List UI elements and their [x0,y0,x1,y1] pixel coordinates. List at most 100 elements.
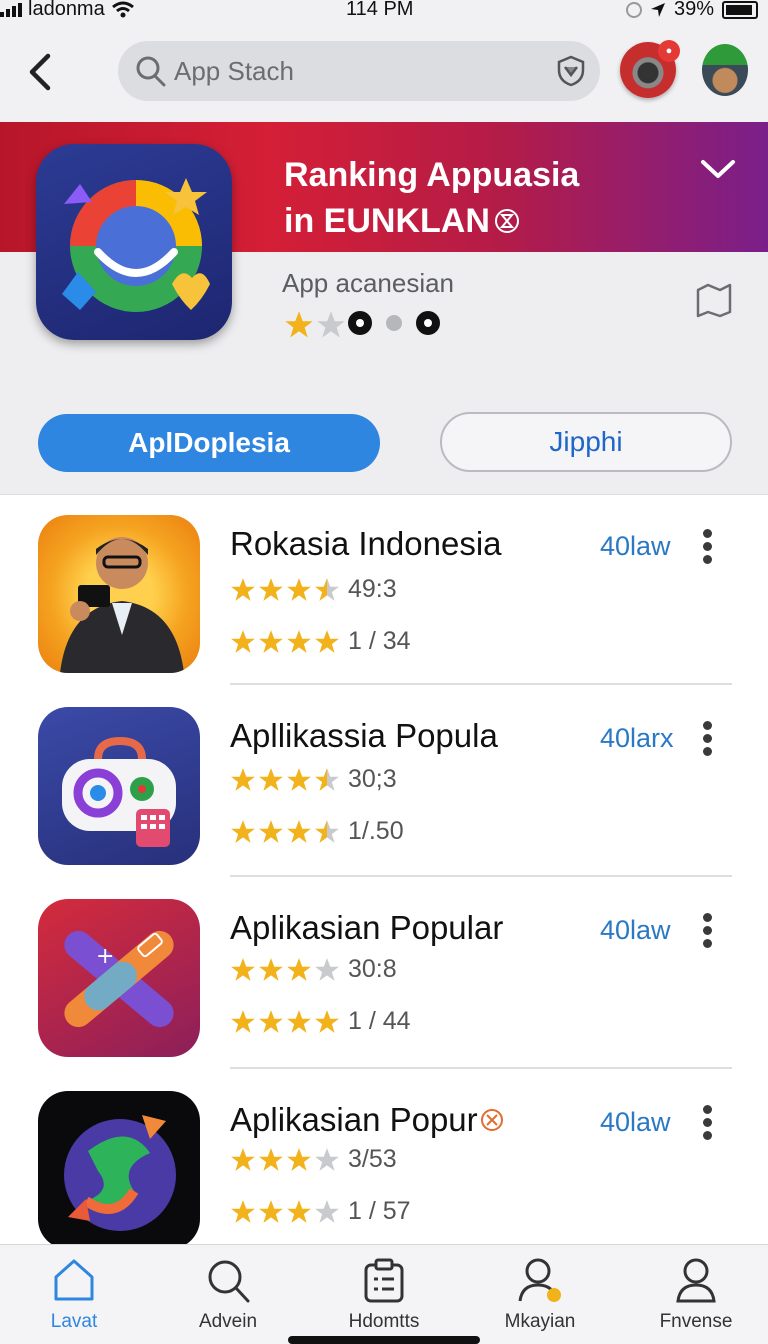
app-list: Rokasia Indonesia 40law 49:3 1 / 34 Apll… [0,494,768,1249]
app-name[interactable]: Aplikasian Popur [230,1101,504,1139]
star-icon [258,629,284,655]
stars-container [230,767,340,793]
featured-app-icon[interactable] [36,144,232,340]
divider [230,875,732,877]
app-size: 40law [600,1107,671,1137]
rating-count: 1 / 44 [348,1007,411,1035]
search-bar[interactable] [118,41,600,101]
ring-dot-icon [348,311,372,335]
swirl-globe-icon[interactable] [38,1091,200,1249]
star-icon [258,577,284,603]
status-bar: ladonma 114 PM 39% [0,0,768,22]
nav-item-fnvense[interactable]: Fnvense [626,1253,766,1339]
person-with-phone-icon[interactable] [38,515,200,673]
stars-container [230,629,340,655]
home-indicator [288,1336,480,1344]
nav-label: Lavat [50,1311,98,1332]
notification-badge-icon: ● [658,40,680,62]
more-options-icon[interactable] [696,1105,718,1145]
star-empty-icon [316,310,345,338]
star-icon [314,1009,340,1035]
list-item[interactable]: Rokasia Indonesia 40law 49:3 1 / 34 [0,495,768,685]
crossed-tools-icon[interactable]: + [38,899,200,1057]
star-empty-icon [314,1147,340,1173]
list-item[interactable]: Aplikasian Popur 40law 3/53 1 / 57 [0,1071,768,1261]
rating-row-secondary: 1 / 34 [230,627,411,656]
stars-container [230,577,340,603]
more-options-icon[interactable] [696,721,718,761]
battery-percent: 39% [673,0,714,20]
rating-value: 30;3 [348,765,397,793]
status-time: 114 PM [346,0,414,20]
star-icon [286,1147,312,1173]
search-input[interactable] [174,51,534,91]
status-right: 39% [625,0,758,21]
rating-row-secondary: 1 / 57 [230,1197,411,1226]
rating-count: 1/.50 [348,817,404,845]
star-icon [286,1009,312,1035]
star-icon [286,957,312,983]
star-icon [230,819,256,845]
wifi-icon [111,1,134,17]
app-name[interactable]: Rokasia Indonesia [230,525,502,563]
rating-count: 1 / 57 [348,1197,411,1225]
tab-primary[interactable]: AplDoplesia [38,414,380,472]
rating-value: 49:3 [348,575,397,603]
battery-icon [722,0,758,19]
rating-value: 30:8 [348,955,397,983]
record-button[interactable]: ● [620,40,680,98]
location-arrow-icon [650,2,665,17]
app-size: 40law [600,915,671,945]
divider [230,1067,732,1069]
rating-row-primary: 3/53 [230,1145,397,1174]
nav-item-advein[interactable]: Advein [158,1253,298,1339]
star-icon [258,1009,284,1035]
star-icon [314,629,340,655]
search-icon [208,1260,250,1303]
hero-title-line1: Ranking Appuasia [284,156,580,194]
avatar[interactable] [702,44,748,96]
rating-row-secondary: 1/.50 [230,817,404,846]
star-half-icon [314,767,340,793]
nav-label: Advein [198,1311,258,1332]
chevron-left-icon [29,53,51,91]
focus-icon [625,1,642,18]
header: ● [0,22,768,122]
star-empty-icon [314,957,340,983]
star-icon [258,819,284,845]
app-name[interactable]: Apllikassia Popula [230,717,498,755]
carrier-name: ladonma [28,0,105,20]
hero-title: Ranking Appuasia in EUNKLAN [284,152,684,244]
star-icon [230,1199,256,1225]
more-options-icon[interactable] [696,529,718,569]
person-badge-icon [518,1258,561,1302]
star-icon [230,1147,256,1173]
more-options-icon[interactable] [696,913,718,953]
search-icon [136,56,166,87]
list-item[interactable]: + Aplikasian Popular 40law 30:8 1 / 44 [0,879,768,1069]
signal-icon [0,2,22,17]
badge-icon [480,1109,503,1131]
svg-text:+: + [96,944,114,969]
app-name[interactable]: Aplikasian Popular [230,909,503,947]
rating-count: 1 / 34 [348,627,411,655]
rating-row-primary: 30:8 [230,955,397,984]
list-item[interactable]: Apllikassia Popula 40larx 30;3 1/.50 [0,687,768,877]
star-icon [258,1147,284,1173]
app-name-text: Aplikasian Popur [230,1101,478,1138]
star-icon [284,310,313,338]
bookmark-icon[interactable] [694,282,734,318]
nav-item-hdomtts[interactable]: Hdomtts [314,1253,454,1339]
nav-item-mkayian[interactable]: Mkayian [470,1253,610,1339]
tab-secondary[interactable]: Jipphi [440,412,732,472]
star-icon [230,767,256,793]
shield-icon[interactable] [556,55,586,87]
chevron-down-icon[interactable] [700,158,736,182]
star-icon [230,1009,256,1035]
back-button[interactable] [22,50,58,94]
star-icon [258,767,284,793]
camera-gamepad-icon[interactable] [38,707,200,865]
stars-container [230,957,340,983]
nav-item-lavat[interactable]: Lavat [4,1253,144,1339]
stars-container [230,1009,340,1035]
